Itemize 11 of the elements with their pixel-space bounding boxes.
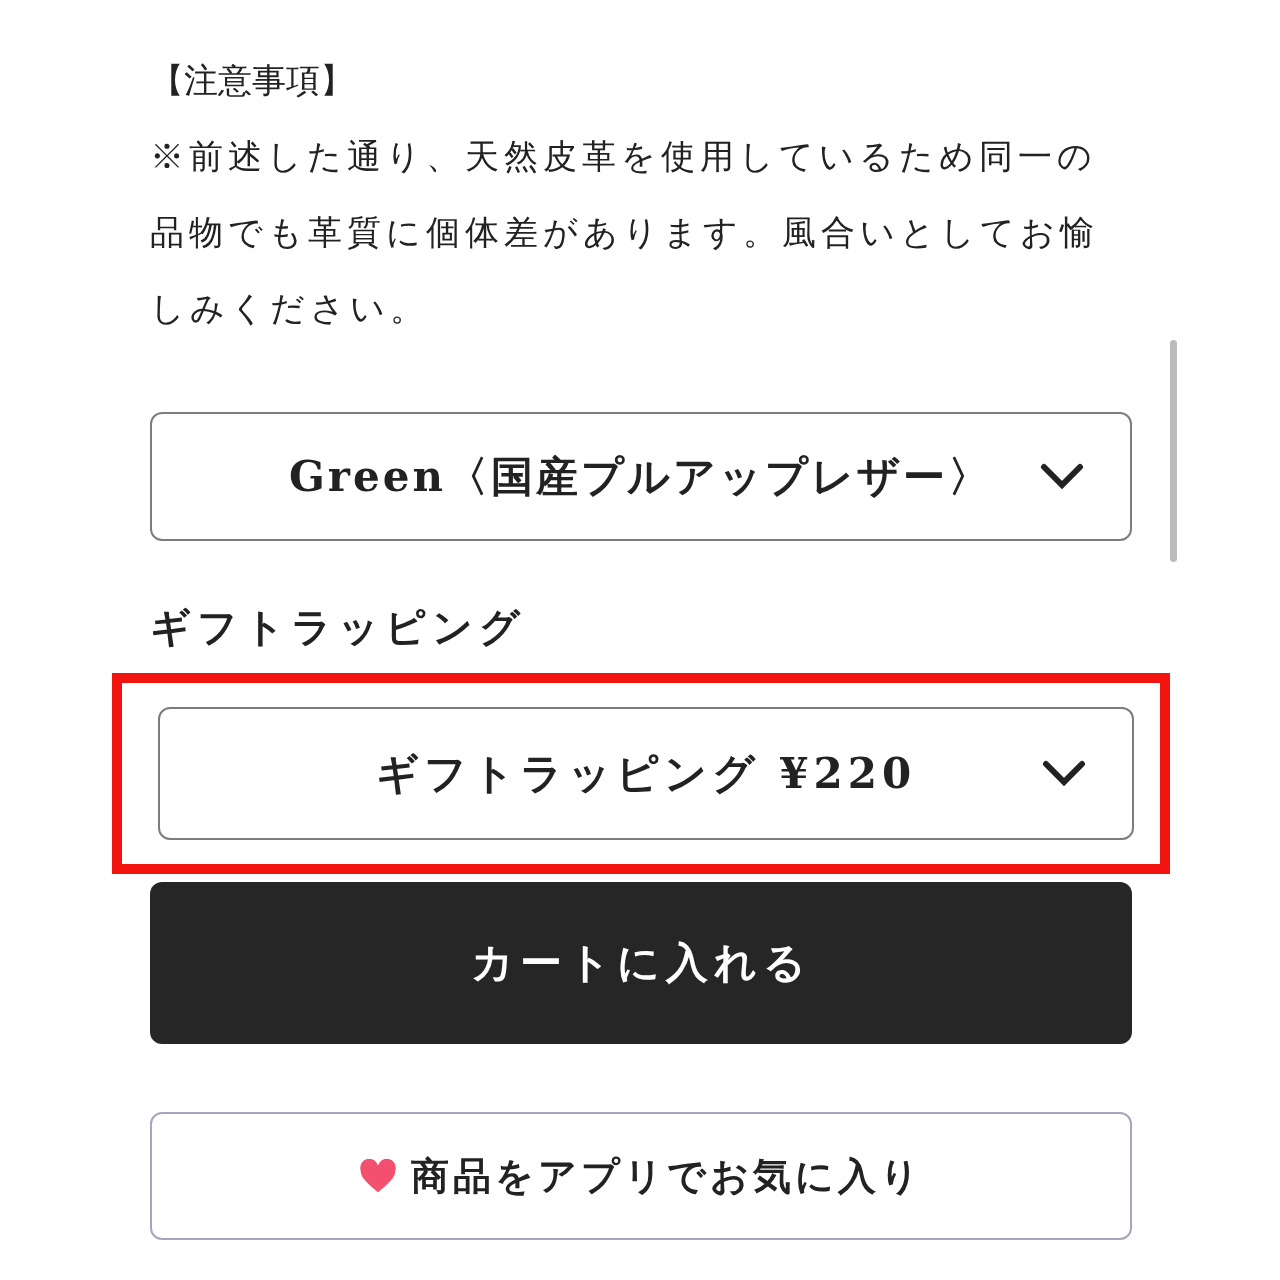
notice-heading: 【注意事項】 (150, 59, 355, 102)
gift-wrapping-label: ギフトラッピング (150, 602, 527, 652)
chevron-down-icon (1040, 462, 1084, 491)
favorite-button[interactable]: 商品をアプリでお気に入り (150, 1112, 1132, 1240)
add-to-cart-button[interactable]: カートに入れる (150, 882, 1132, 1044)
color-select[interactable]: Green〈国産プルアップレザー〉 (150, 412, 1132, 541)
heart-icon (359, 1158, 397, 1194)
gift-wrapping-select[interactable]: ギフトラッピング ¥220 (158, 707, 1134, 840)
scrollbar[interactable] (1170, 340, 1177, 562)
chevron-down-icon (1042, 759, 1086, 788)
notice-text: ※前述した通り、天然皮革を使用しているため同一の品物でも革質に個体差があります。風合いとしてお愉しみください。 (150, 135, 1100, 330)
